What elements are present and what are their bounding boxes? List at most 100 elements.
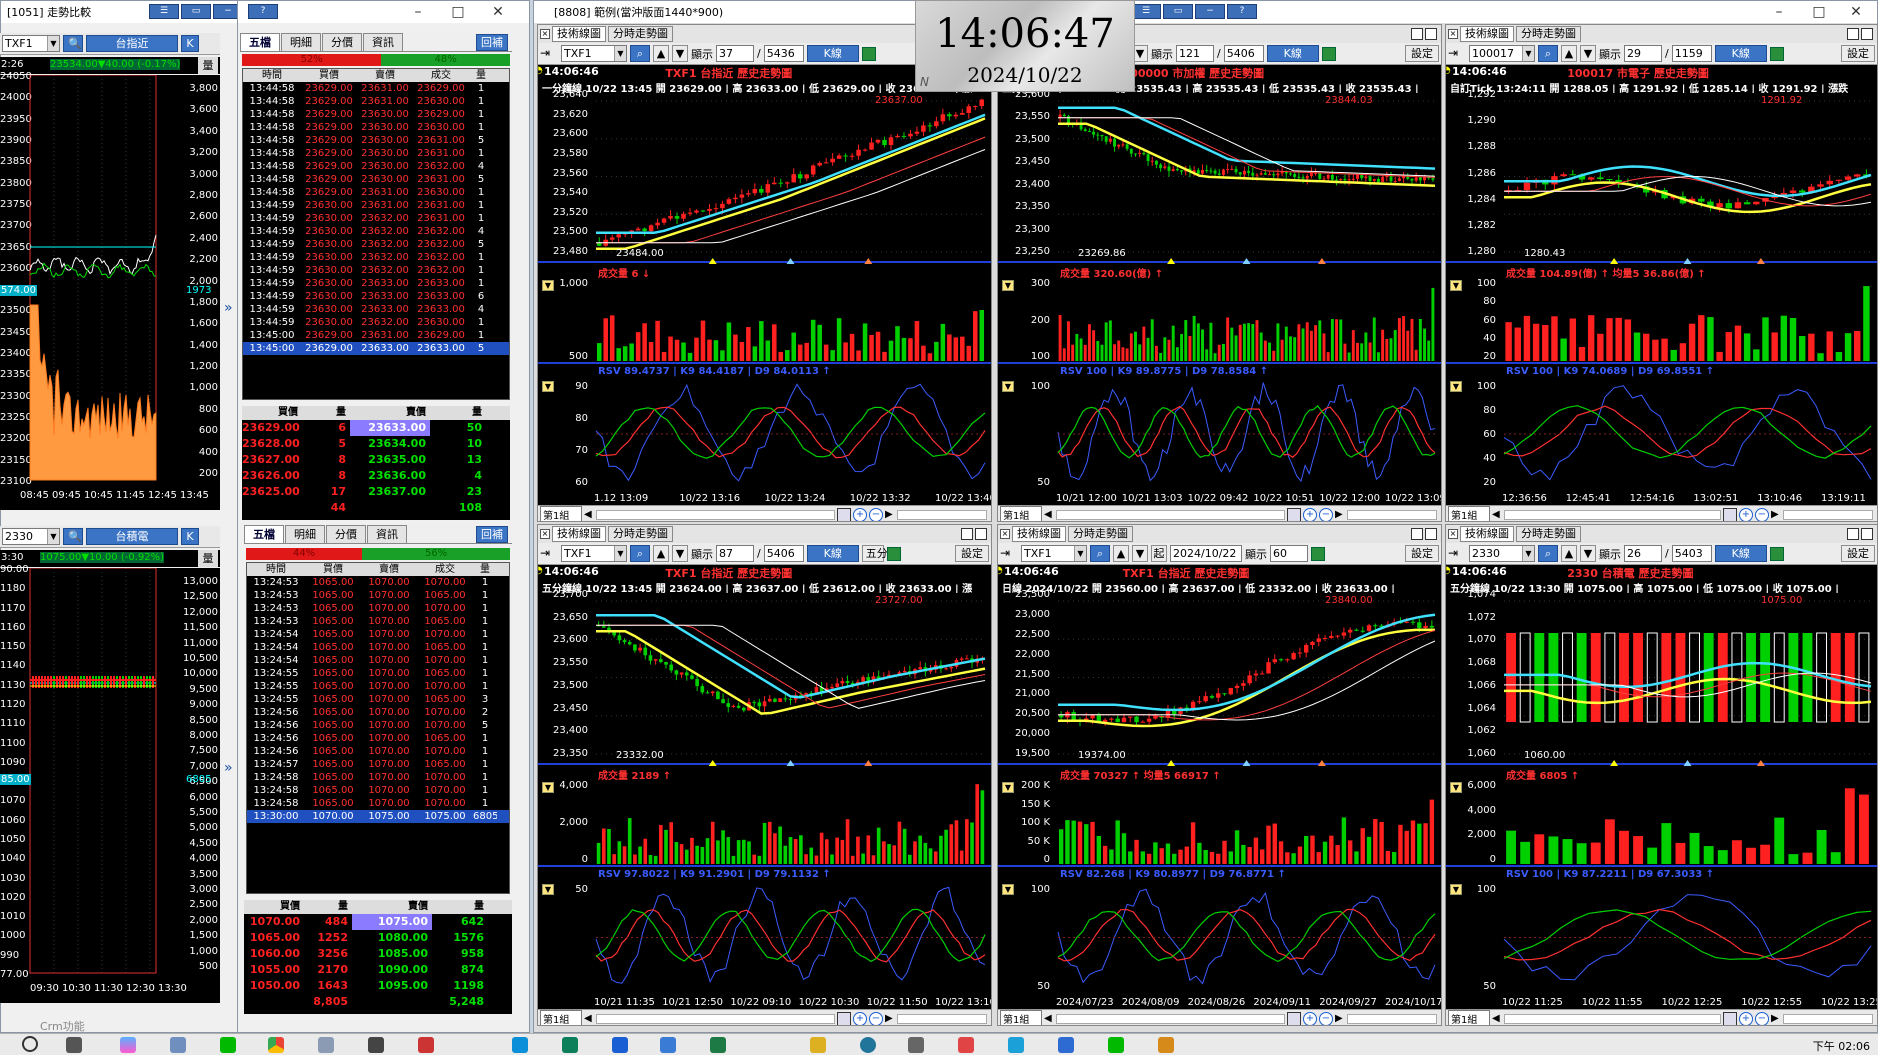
tick-row[interactable]: 13:44:58 23629.00 23630.00 23631.00 5	[243, 173, 509, 186]
tick-row[interactable]: 13:44:58 23629.00 23630.00 23630.00 1	[243, 121, 509, 134]
symbol-name[interactable]: 台指近	[86, 35, 178, 52]
tick-row[interactable]: 13:45:00 23629.00 23633.00 23633.00 5	[243, 342, 509, 355]
qty-button[interactable]: 量	[198, 57, 218, 74]
tick-row[interactable]: 13:44:59 23630.00 23632.00 23632.00 1	[243, 264, 509, 277]
tick-row[interactable]: 13:44:58 23629.00 23630.00 23631.00 5	[243, 134, 509, 147]
tick-row[interactable]: 13:24:54 1065.00 1070.00 1065.00 1	[247, 641, 509, 654]
app-icon-11[interactable]	[1008, 1037, 1024, 1053]
edge-icon[interactable]	[512, 1037, 528, 1053]
symbol-name-2[interactable]: 台積電	[86, 528, 178, 545]
task-view-icon[interactable]	[66, 1037, 82, 1053]
tick-row[interactable]: 13:24:58 1065.00 1070.00 1070.00 1	[247, 797, 509, 810]
tab-price-dist[interactable]: 分價	[322, 33, 362, 51]
app-icon-2[interactable]	[318, 1037, 334, 1053]
tick-row[interactable]: 13:24:56 1065.00 1070.00 1070.00 5	[247, 719, 509, 732]
excel-icon[interactable]	[710, 1037, 726, 1053]
tick-rows[interactable]: 13:44:58 23629.00 23631.00 23629.00 1 13:44:5…	[243, 82, 509, 355]
tick-row[interactable]: 13:24:56 1065.00 1070.00 1070.00 2	[247, 706, 509, 719]
collapse-arrow-top[interactable]: »	[224, 300, 233, 316]
main-help-button[interactable]: ?	[1227, 4, 1257, 19]
tick-row[interactable]: 13:24:55 1065.00 1070.00 1065.00 3	[247, 693, 509, 706]
tick-row[interactable]: 13:24:53 1065.00 1070.00 1070.00 1	[247, 602, 509, 615]
wordpress-icon[interactable]	[860, 1037, 876, 1053]
search-icon-2[interactable]: 🔍	[63, 528, 83, 545]
tick-row[interactable]: 13:24:56 1065.00 1070.00 1065.00 1	[247, 732, 509, 745]
k-button[interactable]: K	[181, 35, 199, 52]
tick-row[interactable]: 13:44:58 23629.00 23630.00 23631.00 1	[243, 147, 509, 160]
app-icon-7[interactable]	[660, 1037, 676, 1053]
main-close-icon[interactable]: ✕	[1836, 1, 1876, 23]
app-icon-4[interactable]	[418, 1037, 434, 1053]
main-minimize-icon[interactable]: –	[1759, 1, 1799, 23]
tick-row[interactable]: 13:45:00 23629.00 23631.00 23629.00 1	[243, 329, 509, 342]
symbol-select[interactable]: TXF1 ▼	[2, 35, 60, 52]
tick-row[interactable]: 13:44:59 23630.00 23632.00 23632.00 4	[243, 225, 509, 238]
tab-info-2[interactable]: 資訊	[367, 525, 407, 543]
app-icon-9[interactable]	[908, 1037, 924, 1053]
return-button[interactable]: 回補	[476, 34, 508, 51]
chrome-icon[interactable]	[268, 1037, 284, 1053]
app-icon-6[interactable]	[612, 1037, 628, 1053]
tab-five-level-2[interactable]: 五檔	[244, 525, 284, 543]
maximize-window-icon[interactable]: □	[438, 1, 478, 23]
tick-row[interactable]: 13:24:58 1065.00 1070.00 1070.00 1	[247, 771, 509, 784]
line-icon-2[interactable]	[1108, 1037, 1124, 1053]
tick-row[interactable]: 13:44:59 23630.00 23632.00 23630.00 1	[243, 316, 509, 329]
tick-row[interactable]: 13:44:59 23630.00 23633.00 23633.00 4	[243, 303, 509, 316]
app-icon-13[interactable]	[1158, 1037, 1174, 1053]
minimize-button[interactable]: −	[213, 4, 237, 19]
tick-row[interactable]: 13:44:59 23630.00 23632.00 23631.00 1	[243, 212, 509, 225]
tick-row[interactable]: 13:24:58 1065.00 1070.00 1070.00 1	[247, 784, 509, 797]
main-window-button[interactable]: ▭	[1163, 4, 1193, 19]
app-icon-8[interactable]	[810, 1037, 826, 1053]
app-icon-1[interactable]	[170, 1037, 186, 1053]
app-icon-12[interactable]	[1058, 1037, 1074, 1053]
tick-row[interactable]: 13:30:00 1070.00 1075.00 1075.00 6805	[247, 810, 509, 823]
app-icon-5[interactable]	[562, 1037, 578, 1053]
line-icon[interactable]	[220, 1037, 236, 1053]
collapse-arrow-bottom[interactable]: »	[224, 760, 233, 776]
tick-row[interactable]: 13:44:58 23629.00 23630.00 23629.00 1	[243, 108, 509, 121]
copilot-icon[interactable]	[120, 1037, 136, 1053]
app-icon-3[interactable]	[368, 1037, 384, 1053]
tick-row[interactable]: 13:24:53 1065.00 1070.00 1065.00 1	[247, 589, 509, 602]
symbol-select-2[interactable]: 2330 ▼	[2, 528, 60, 545]
tick-row[interactable]: 13:24:56 1065.00 1070.00 1070.00 1	[247, 745, 509, 758]
qty-button-2[interactable]: 量	[198, 550, 218, 567]
tick-row[interactable]: 13:44:59 23630.00 23633.00 23633.00 6	[243, 290, 509, 303]
tick-row[interactable]: 13:44:59 23630.00 23632.00 23632.00 5	[243, 238, 509, 251]
tab-five-level[interactable]: 五檔	[240, 33, 280, 51]
tick-row[interactable]: 13:24:54 1065.00 1070.00 1070.00 1	[247, 628, 509, 641]
start-search-icon[interactable]	[22, 1036, 38, 1052]
close-window-icon[interactable]: ✕	[478, 1, 518, 23]
search-icon[interactable]: 🔍	[63, 35, 83, 52]
tab-info[interactable]: 資訊	[363, 33, 403, 51]
tab-price-dist-2[interactable]: 分價	[326, 525, 366, 543]
tick-row[interactable]: 13:24:54 1065.00 1070.00 1070.00 1	[247, 654, 509, 667]
tick-row[interactable]: 13:44:58 23629.00 23631.00 23630.00 1	[243, 95, 509, 108]
main-layout-button[interactable]: ☰	[1131, 4, 1161, 19]
main-minimize-button[interactable]: −	[1195, 4, 1225, 19]
return-button-2[interactable]: 回補	[476, 526, 508, 543]
tick-row[interactable]: 13:44:58 23629.00 23631.00 23630.00 1	[243, 186, 509, 199]
app-icon-10[interactable]	[958, 1037, 974, 1053]
tick-row[interactable]: 13:44:59 23630.00 23633.00 23633.00 1	[243, 277, 509, 290]
tab-detail[interactable]: 明細	[281, 33, 321, 51]
tick-row[interactable]: 13:24:55 1065.00 1070.00 1070.00 1	[247, 680, 509, 693]
tick-row[interactable]: 13:24:53 1065.00 1070.00 1070.00 1	[247, 576, 509, 589]
taskbar-clock[interactable]: 下午 02:06	[1813, 1038, 1870, 1054]
tab-detail-2[interactable]: 明細	[285, 525, 325, 543]
tick-row[interactable]: 13:24:55 1065.00 1070.00 1065.00 1	[247, 667, 509, 680]
tick-row[interactable]: 13:44:58 23629.00 23631.00 23629.00 1	[243, 82, 509, 95]
tick-row[interactable]: 13:44:58 23629.00 23630.00 23632.00 4	[243, 160, 509, 173]
tick-rows-2[interactable]: 13:24:53 1065.00 1070.00 1070.00 1 13:24:53 10…	[247, 576, 509, 823]
tick-row[interactable]: 13:44:59 23630.00 23632.00 23632.00 1	[243, 251, 509, 264]
window-button[interactable]: ▭	[181, 4, 211, 19]
tick-row[interactable]: 13:24:53 1065.00 1070.00 1065.00 1	[247, 615, 509, 628]
main-maximize-icon[interactable]: □	[1799, 1, 1839, 23]
minimize-window-icon[interactable]: –	[398, 1, 438, 23]
k-button-2[interactable]: K	[181, 528, 199, 545]
tick-row[interactable]: 13:44:59 23630.00 23631.00 23631.00 1	[243, 199, 509, 212]
help-button[interactable]: ?	[248, 4, 278, 19]
crm-label[interactable]: Crm功能	[40, 1018, 85, 1034]
